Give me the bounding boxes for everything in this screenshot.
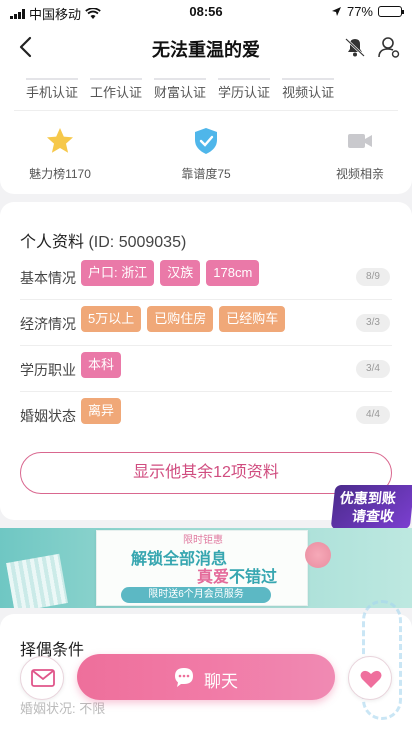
mate-title: 择偶条件 xyxy=(20,642,85,659)
banner-subline: 限时送6个月会员服务 xyxy=(121,587,271,603)
chat-label: 聊天 xyxy=(204,672,238,691)
nav-bar: 无法重温的爱 xyxy=(0,24,412,70)
verification-list: 手机认证 工作认证 财富认证 学历认证 视频认证 xyxy=(26,78,335,101)
banner-accent: 真爱 xyxy=(197,569,230,586)
envelope-icon xyxy=(31,669,55,687)
message-button[interactable] xyxy=(20,656,64,700)
tag: 已购住房 xyxy=(147,306,214,332)
profile-card: 个人资料 (ID: 5009035) 基本情况 户口: 浙江 汉族 178cm … xyxy=(0,202,412,520)
row-label: 学历职业 xyxy=(20,362,76,378)
like-button[interactable] xyxy=(348,656,392,700)
video-camera-icon xyxy=(348,134,372,148)
tag: 户口: 浙江 xyxy=(81,260,155,286)
chat-button[interactable]: 聊天 xyxy=(77,654,335,700)
profile-title: 个人资料 (ID: 5009035) xyxy=(20,228,186,252)
battery-percent: 77% xyxy=(346,4,373,19)
reliability-badge[interactable]: 靠谱度75 xyxy=(146,126,266,182)
banner-headline-2: 真爱不错过 xyxy=(197,563,277,587)
chat-bubble-icon xyxy=(175,668,193,687)
completion-count: 3/4 xyxy=(356,360,390,378)
verification-item: 视频认证 xyxy=(282,78,335,101)
badge-label: 魅力榜1170 xyxy=(29,167,91,181)
banner-headline-rest: 不错过 xyxy=(229,569,278,586)
completion-count: 8/9 xyxy=(356,268,390,286)
user-settings-icon[interactable] xyxy=(376,34,402,60)
tag-list: 离异 xyxy=(81,398,122,424)
promo-line: 优惠到账 xyxy=(339,490,397,506)
heart-icon xyxy=(360,670,382,688)
profile-row-basic[interactable]: 基本情况 户口: 浙江 汉族 178cm 8/9 xyxy=(0,254,412,300)
divider xyxy=(14,110,398,111)
tag: 5万以上 xyxy=(81,306,142,332)
verification-card: 手机认证 工作认证 财富认证 学历认证 视频认证 魅力榜1170 靠谱度75 视… xyxy=(0,70,412,194)
tag-list: 户口: 浙江 汉族 178cm xyxy=(81,260,260,286)
badge-row: 魅力榜1170 靠谱度75 视频相亲 xyxy=(0,126,412,186)
status-right: 77% xyxy=(331,4,404,19)
completion-count: 3/3 xyxy=(356,314,390,332)
profile-row-education[interactable]: 学历职业 本科 3/4 xyxy=(0,346,412,392)
row-label: 基本情况 xyxy=(20,270,76,286)
profile-heading: 个人资料 xyxy=(20,234,85,251)
tag-list: 5万以上 已购住房 已经购车 xyxy=(81,306,286,332)
badge-label: 视频相亲 xyxy=(335,167,384,181)
status-bar: 中国移动 08:56 77% xyxy=(0,0,412,24)
charm-rank-badge[interactable]: 魅力榜1170 xyxy=(0,126,120,182)
tag: 178cm xyxy=(206,260,260,286)
tag: 离异 xyxy=(81,398,122,424)
banner-card: 限时钜惠 解锁全部消息 真爱不错过 限时送6个月会员服务 xyxy=(96,530,308,606)
battery-icon xyxy=(378,6,404,17)
video-date-badge[interactable]: 视频相亲 xyxy=(300,126,412,182)
tag: 汉族 xyxy=(160,260,201,286)
star-icon xyxy=(47,128,73,153)
profile-row-economy[interactable]: 经济情况 5万以上 已购住房 已经购车 3/3 xyxy=(0,300,412,346)
verification-item: 学历认证 xyxy=(218,78,271,101)
row-label: 经济情况 xyxy=(20,316,76,332)
gift-box-decoration xyxy=(6,553,68,608)
tag-list: 本科 xyxy=(81,352,122,378)
verification-item: 工作认证 xyxy=(90,78,143,101)
completion-count: 4/4 xyxy=(356,406,390,424)
rose-decoration xyxy=(305,542,331,568)
location-arrow-icon xyxy=(331,7,341,16)
badge-label: 靠谱度75 xyxy=(181,167,231,181)
shield-check-icon xyxy=(195,128,217,154)
bell-off-icon[interactable] xyxy=(342,34,368,60)
banner-top-label: 限时钜惠 xyxy=(183,535,223,546)
tag: 已经购车 xyxy=(219,306,286,332)
tag: 本科 xyxy=(81,352,122,378)
profile-row-marital[interactable]: 婚姻状态 离异 4/4 xyxy=(0,392,412,438)
promo-line: 请查收 xyxy=(351,508,395,524)
verification-item: 财富认证 xyxy=(154,78,207,101)
mate-criteria-line: 婚姻状况: 不限 xyxy=(20,701,106,716)
vip-banner[interactable]: 限时钜惠 解锁全部消息 真爱不错过 限时送6个月会员服务 xyxy=(0,528,412,608)
verification-item: 手机认证 xyxy=(26,78,79,101)
row-label: 婚姻状态 xyxy=(20,408,76,424)
profile-id: (ID: 5009035) xyxy=(88,234,187,251)
promo-badge[interactable]: 优惠到账 请查收 xyxy=(330,485,412,529)
